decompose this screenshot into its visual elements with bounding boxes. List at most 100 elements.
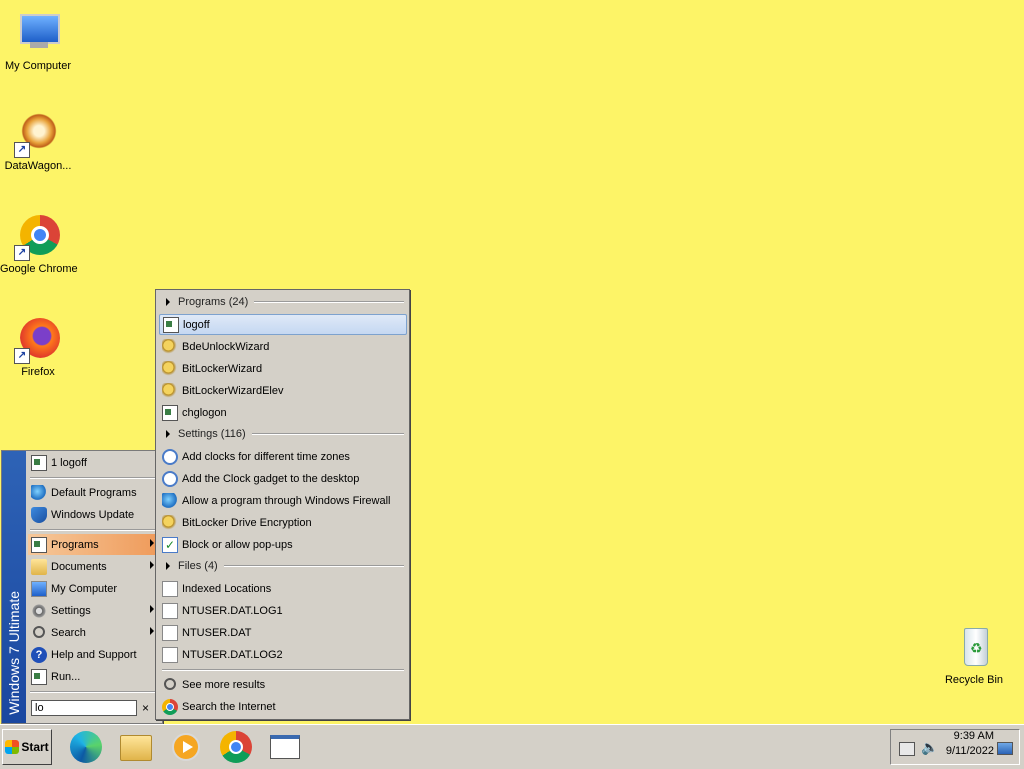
clock-gadget-icon — [162, 470, 178, 487]
recent-item-logoff[interactable]: 1 logoff — [28, 452, 158, 473]
windows-update-icon — [31, 506, 47, 523]
submenu-arrow-icon — [150, 561, 154, 569]
result-item-setting[interactable]: BitLocker Drive Encryption — [159, 512, 405, 533]
results-header-settings[interactable]: Settings (116) — [162, 424, 406, 444]
result-item-setting[interactable]: Allow a program through Windows Firewall — [159, 490, 405, 511]
desktop-icon-recycle-bin[interactable]: ♻ Recycle Bin — [936, 624, 1012, 686]
settings-icon — [31, 602, 47, 619]
menu-item-documents[interactable]: Documents — [28, 556, 158, 577]
result-item-program[interactable]: chglogon — [159, 402, 405, 423]
search-icon — [31, 625, 47, 641]
taskbar-explorer-button[interactable] — [120, 731, 152, 763]
datawagon-icon: ↗ — [14, 110, 62, 158]
keys-icon — [162, 338, 178, 355]
file-icon — [162, 646, 178, 663]
start-menu-band-text: Windows 7 Ultimate — [6, 591, 22, 715]
clear-search-icon[interactable]: × — [142, 701, 149, 715]
result-item-setting[interactable]: ✓ Block or allow pop-ups — [159, 534, 405, 555]
separator — [30, 529, 156, 531]
result-item-file[interactable]: Indexed Locations — [159, 578, 405, 599]
clock-time[interactable]: 9:39 AM — [954, 730, 994, 742]
window-icon — [163, 316, 179, 333]
keys-icon — [162, 382, 178, 399]
menu-item-run[interactable]: Run... — [28, 666, 158, 687]
window-icon — [162, 404, 178, 421]
result-item-file[interactable]: NTUSER.DAT — [159, 622, 405, 643]
keys-icon — [162, 360, 178, 377]
indexed-locations-icon — [162, 580, 178, 597]
desktop-icon-label: Firefox — [21, 366, 55, 378]
menu-item-windows-update[interactable]: Windows Update — [28, 504, 158, 525]
checkmark-icon: ✓ — [162, 536, 178, 553]
desktop-icon-firefox[interactable]: ↗ Firefox — [0, 316, 76, 378]
start-button[interactable]: Start — [2, 729, 52, 765]
show-desktop-icon[interactable] — [997, 742, 1013, 755]
shortcut-arrow-icon: ↗ — [14, 245, 30, 261]
taskbar-media-player-button[interactable] — [170, 731, 202, 763]
menu-item-search[interactable]: Search — [28, 622, 158, 643]
shortcut-arrow-icon: ↗ — [14, 348, 30, 364]
chrome-icon: ↗ — [14, 213, 62, 261]
computer-icon — [31, 580, 47, 597]
menu-item-my-computer[interactable]: My Computer — [28, 578, 158, 599]
help-icon: ? — [31, 646, 47, 663]
document-window-icon — [270, 735, 300, 759]
result-item-program[interactable]: BdeUnlockWizard — [159, 336, 405, 357]
keys-icon — [162, 514, 178, 531]
search-results-panel: Programs (24) logoff BdeUnlockWizard Bit… — [155, 289, 410, 720]
menu-item-programs[interactable]: Programs — [28, 534, 158, 555]
windows-flag-icon — [5, 740, 20, 754]
desktop-icon-google-chrome[interactable]: ↗ Google Chrome — [0, 213, 78, 275]
edge-icon — [70, 731, 102, 763]
desktop-icon-datawagon[interactable]: ↗ DataWagon... — [0, 110, 76, 172]
menu-item-help-and-support[interactable]: ? Help and Support — [28, 644, 158, 665]
desktop-icon-label: Google Chrome — [0, 263, 78, 275]
submenu-arrow-icon — [150, 605, 154, 613]
expand-arrow-icon — [166, 298, 170, 306]
network-icon[interactable] — [899, 742, 915, 756]
result-item-file[interactable]: NTUSER.DAT.LOG1 — [159, 600, 405, 621]
results-header-programs[interactable]: Programs (24) — [162, 292, 406, 312]
shortcut-arrow-icon: ↗ — [14, 142, 30, 158]
taskbar-chrome-button[interactable] — [220, 731, 252, 763]
submenu-arrow-icon — [150, 539, 154, 547]
result-item-file[interactable]: NTUSER.DAT.LOG2 — [159, 644, 405, 665]
file-icon — [162, 602, 178, 619]
expand-arrow-icon — [166, 430, 170, 438]
result-item-setting[interactable]: Add the Clock gadget to the desktop — [159, 468, 405, 489]
menu-item-default-programs[interactable]: Default Programs — [28, 482, 158, 503]
start-menu-band: Windows 7 Ultimate — [2, 451, 26, 723]
programs-icon — [31, 536, 47, 553]
folder-icon — [120, 735, 152, 761]
menu-item-settings[interactable]: Settings — [28, 600, 158, 621]
volume-icon[interactable]: 🔈 — [921, 739, 938, 756]
results-header-files[interactable]: Files (4) — [162, 556, 406, 576]
computer-icon — [14, 10, 62, 58]
start-menu: Windows 7 Ultimate 1 logoff Default Prog… — [1, 450, 163, 724]
taskbar-document-button[interactable] — [270, 731, 302, 763]
window-icon — [31, 454, 47, 471]
result-item-program[interactable]: logoff — [159, 314, 407, 335]
result-item-setting[interactable]: Add clocks for different time zones — [159, 446, 405, 467]
submenu-arrow-icon — [150, 627, 154, 635]
result-item-program[interactable]: BitLockerWizard — [159, 358, 405, 379]
start-search-input[interactable] — [31, 700, 137, 716]
search-internet-link[interactable]: Search the Internet — [159, 696, 405, 717]
expand-arrow-icon — [166, 562, 170, 570]
separator — [30, 477, 156, 479]
result-item-program[interactable]: BitLockerWizardElev — [159, 380, 405, 401]
clock-date[interactable]: 9/11/2022 — [946, 745, 994, 757]
firewall-icon — [162, 492, 178, 509]
file-icon — [162, 624, 178, 641]
taskbar-edge-button[interactable] — [70, 731, 102, 763]
default-programs-icon — [31, 484, 47, 501]
chrome-icon — [162, 698, 178, 715]
see-more-results-link[interactable]: See more results — [159, 674, 405, 695]
recycle-bin-icon: ♻ — [950, 624, 998, 672]
desktop-icon-my-computer[interactable]: My Computer — [0, 10, 76, 72]
separator — [162, 669, 404, 671]
clock-icon — [162, 448, 178, 465]
desktop-icon-label: My Computer — [4, 60, 72, 72]
taskbar: Start 🔈 9:39 AM 9/11/2022 — [0, 724, 1024, 769]
documents-icon — [31, 558, 47, 575]
